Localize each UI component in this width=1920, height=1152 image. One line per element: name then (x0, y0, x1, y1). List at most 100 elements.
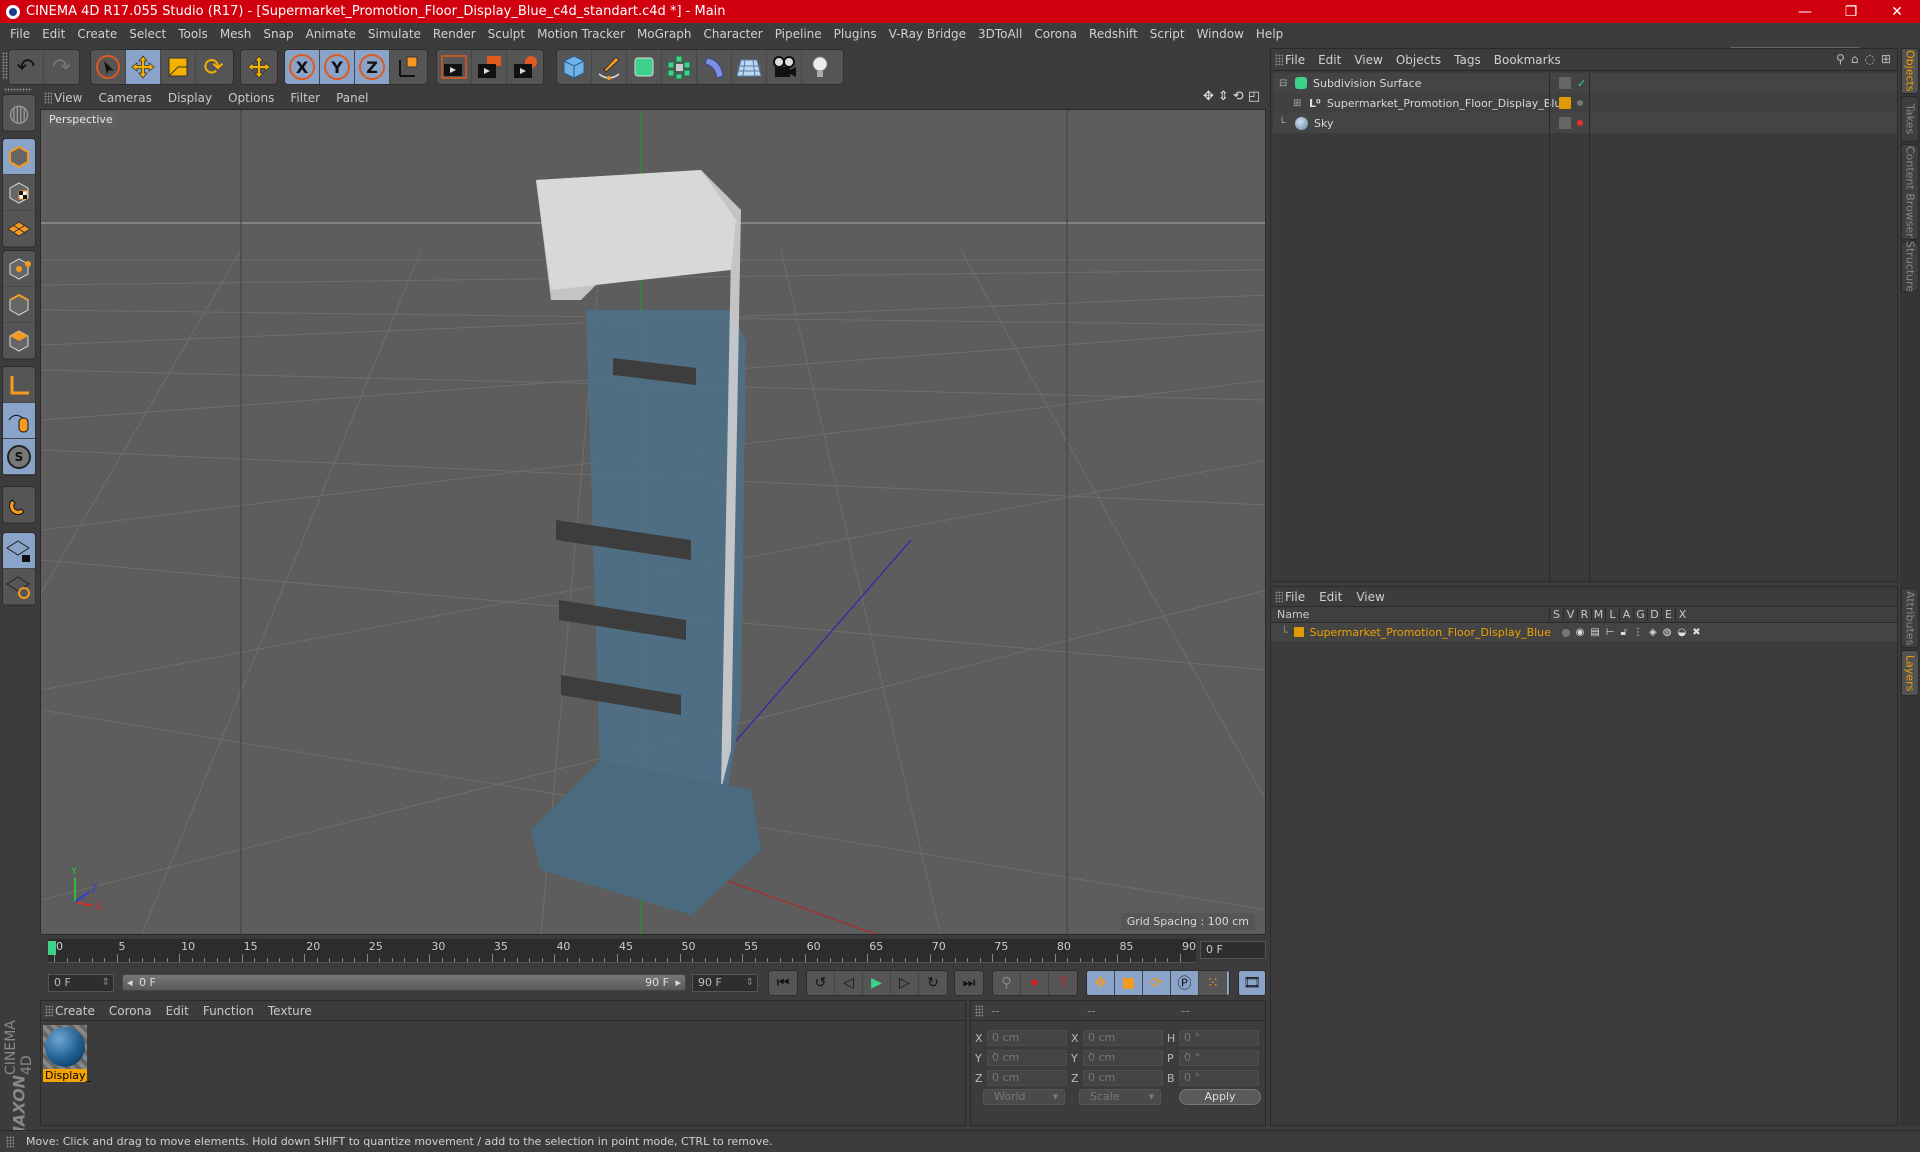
visibility-dot-icon[interactable] (1577, 100, 1583, 106)
minimize-button[interactable]: — (1782, 0, 1828, 23)
live-selection-button[interactable] (91, 50, 126, 84)
tweak-mode-button[interactable] (3, 403, 35, 439)
object-row[interactable]: ⊞ L⁰ Supermarket_Promotion_Floor_Display… (1273, 93, 1897, 113)
render-visibility-dot-icon[interactable] (1577, 120, 1583, 126)
previous-key-button[interactable]: ↺ (807, 971, 835, 995)
tab-takes[interactable]: Takes (1901, 96, 1919, 142)
object-name[interactable]: Supermarket_Promotion_Floor_Display_Blue (1327, 97, 1568, 110)
key-scale-button[interactable]: ■ (1115, 971, 1143, 995)
y-axis-lock-button[interactable]: Y (320, 50, 355, 84)
key-position-button[interactable]: ✥ (1087, 971, 1115, 995)
go-to-start-button[interactable]: ⏮ (769, 971, 797, 995)
menu-help[interactable]: Help (1256, 27, 1283, 41)
menu-motion-tracker[interactable]: Motion Tracker (537, 27, 625, 41)
lm-menu-view[interactable]: View (1356, 590, 1384, 604)
menu-pipeline[interactable]: Pipeline (775, 27, 822, 41)
col-deformers[interactable]: D (1647, 608, 1661, 621)
menu-mograph[interactable]: MoGraph (637, 27, 692, 41)
maximize-button[interactable]: ❐ (1828, 0, 1874, 23)
keyframe-selection-button[interactable]: ? (1049, 971, 1077, 995)
enabled-check-icon[interactable]: ✓ (1577, 77, 1586, 90)
menu-mesh[interactable]: Mesh (220, 27, 252, 41)
deformer-button[interactable] (697, 50, 732, 84)
key-pla-button[interactable]: ⁙ (1199, 971, 1227, 995)
viewport-grip[interactable] (44, 92, 52, 104)
generators-icon[interactable]: ◈ (1649, 627, 1657, 638)
om-menu-objects[interactable]: Objects (1396, 53, 1441, 67)
scale-button[interactable] (161, 50, 196, 84)
size-z-field[interactable]: 0 cm (1083, 1070, 1163, 1086)
menu-vray-bridge[interactable]: V-Ray Bridge (889, 27, 966, 41)
om-home-icon[interactable]: ⌂ (1851, 52, 1859, 66)
3d-viewport[interactable]: Perspective Y Z X Grid Spacing : 100 cm (40, 109, 1266, 935)
viewport-menu-panel[interactable]: Panel (336, 91, 368, 105)
material-menu-texture[interactable]: Texture (268, 1004, 312, 1018)
tab-objects[interactable]: Objects (1901, 48, 1919, 94)
layer-name[interactable]: Supermarket_Promotion_Floor_Display_Blue (1310, 626, 1562, 639)
menu-sculpt[interactable]: Sculpt (488, 27, 525, 41)
texture-mode-button[interactable] (3, 175, 35, 211)
animation-icon[interactable]: ⋮ (1633, 627, 1643, 638)
render-view-button[interactable] (437, 50, 472, 84)
go-to-end-button[interactable]: ⏭ (955, 971, 983, 995)
make-editable-button[interactable]: ◍ (3, 95, 35, 131)
menu-redshift[interactable]: Redshift (1089, 27, 1138, 41)
orbit-icon[interactable]: ⟲ (1233, 89, 1244, 104)
rotate-button[interactable]: ⟳ (196, 50, 231, 84)
slider-right-arrow[interactable]: ▸ (675, 975, 681, 990)
om-menu-view[interactable]: View (1354, 53, 1382, 67)
render-settings-button[interactable] (507, 50, 542, 84)
playhead[interactable] (48, 941, 56, 955)
frame-range-slider[interactable]: ◂ 0 F 90 F ▸ (122, 974, 686, 991)
viewport-menu-display[interactable]: Display (168, 91, 212, 105)
model-mode-button[interactable] (3, 139, 35, 175)
object-row[interactable]: ⊟ Subdivision Surface ✓ (1273, 73, 1897, 93)
tab-attributes[interactable]: Attributes (1901, 588, 1919, 648)
object-name[interactable]: Sky (1314, 117, 1333, 130)
key-rotation-button[interactable]: ⟳ (1143, 971, 1171, 995)
col-animation[interactable]: A (1619, 608, 1633, 621)
object-manager-grip[interactable] (1275, 53, 1283, 66)
material-menu-create[interactable]: Create (55, 1004, 95, 1018)
rot-p-field[interactable]: 0 ° (1179, 1050, 1259, 1066)
menu-window[interactable]: Window (1197, 27, 1244, 41)
view-eye-icon[interactable]: ◉ (1576, 627, 1585, 638)
previous-frame-button[interactable]: ◁ (835, 971, 863, 995)
menu-snap[interactable]: Snap (263, 27, 293, 41)
expressions-icon[interactable]: ◒ (1677, 627, 1686, 638)
workplane-align-button[interactable] (3, 569, 35, 605)
subdivision-surface-button[interactable] (627, 50, 662, 84)
collapse-icon[interactable]: ⊟ (1279, 78, 1291, 89)
object-row[interactable]: └ Sky (1273, 113, 1897, 133)
pen-button[interactable] (592, 50, 627, 84)
redo-button[interactable]: ↷ (44, 50, 79, 84)
lm-menu-edit[interactable]: Edit (1319, 590, 1342, 604)
menu-plugins[interactable]: Plugins (834, 27, 877, 41)
z-axis-lock-button[interactable]: Z (355, 50, 390, 84)
pos-x-field[interactable]: 0 cm (987, 1030, 1067, 1046)
camera-button[interactable] (767, 50, 802, 84)
viewport-menu-view[interactable]: View (54, 91, 82, 105)
lock-icon[interactable]: 🔓︎ (1621, 627, 1627, 638)
current-frame-field[interactable]: 0 F (1200, 941, 1266, 959)
menu-render[interactable]: Render (433, 27, 476, 41)
object-name[interactable]: Subdivision Surface (1313, 77, 1421, 90)
rot-b-field[interactable]: 0 ° (1179, 1070, 1259, 1086)
cube-button[interactable] (557, 50, 592, 84)
col-expressions[interactable]: E (1661, 608, 1675, 621)
material-menu-function[interactable]: Function (203, 1004, 254, 1018)
col-solo[interactable]: S (1549, 608, 1563, 621)
camera-label[interactable]: Perspective (45, 112, 117, 127)
workplane-mode-button[interactable] (3, 211, 35, 247)
pos-y-field[interactable]: 0 cm (987, 1050, 1067, 1066)
viewport-menu-cameras[interactable]: Cameras (98, 91, 151, 105)
snap-button[interactable] (3, 487, 35, 523)
om-search-icon[interactable]: ⚲ (1836, 52, 1845, 66)
close-button[interactable]: ✕ (1874, 0, 1920, 23)
coordinate-mode-dropdown[interactable]: World (983, 1089, 1065, 1105)
om-new-window-icon[interactable]: ⊞ (1881, 52, 1891, 66)
polygons-mode-button[interactable] (3, 323, 35, 359)
material-grip[interactable] (45, 1004, 53, 1017)
solo-button[interactable]: S (3, 439, 35, 475)
dolly-icon[interactable]: ⇕ (1218, 89, 1229, 104)
